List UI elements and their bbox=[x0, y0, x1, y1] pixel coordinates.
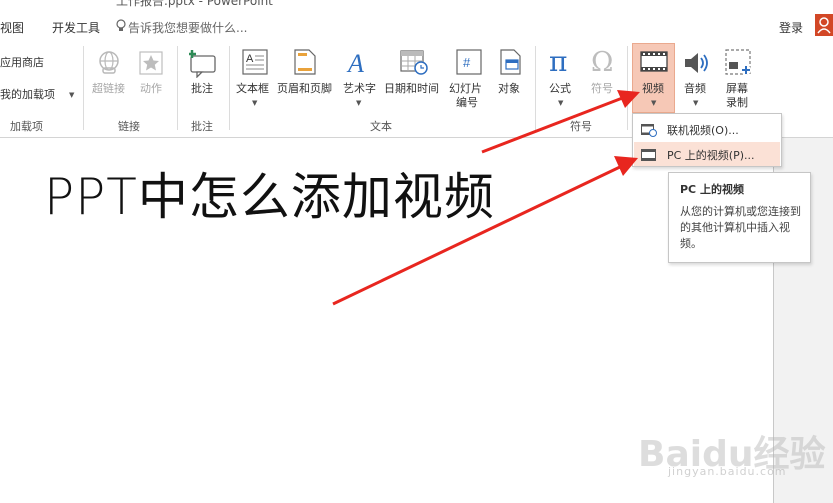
arrow-to-video-button bbox=[481, 90, 640, 154]
watermark-url: jingyan.baidu.com bbox=[668, 465, 787, 478]
arrow-to-pc-video bbox=[332, 156, 638, 306]
